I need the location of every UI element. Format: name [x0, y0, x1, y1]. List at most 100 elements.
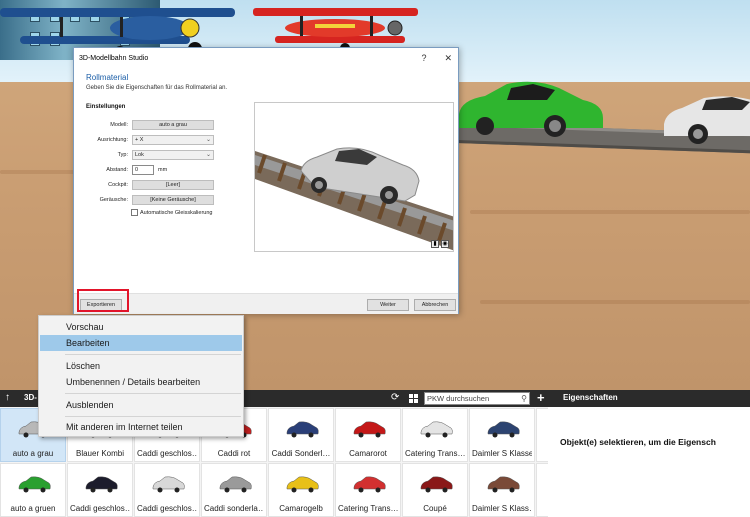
- catalog-tile-label: Blauer Kombi: [75, 449, 125, 458]
- up-arrow-icon[interactable]: ↑: [5, 392, 10, 403]
- menu-separator: [65, 416, 241, 417]
- menu-item-ausblenden[interactable]: Ausblenden: [40, 397, 242, 413]
- menu-item-vorschau[interactable]: Vorschau: [40, 319, 242, 335]
- catalog-tile[interactable]: auto a gruen: [0, 463, 66, 517]
- typ-select[interactable]: Lok ⌄: [132, 150, 214, 160]
- abstand-input[interactable]: 0: [132, 165, 154, 175]
- catalog-tile-label: Ferl: [539, 504, 548, 513]
- menu-item-umbenennen[interactable]: Umbenennen / Details bearbeiten: [40, 374, 242, 390]
- catalog-tile-label: Coupé: [423, 504, 447, 513]
- catalog-tile[interactable]: Catering Trans…: [402, 408, 468, 462]
- ausrichtung-value: + X: [135, 137, 144, 143]
- car-thumbnail: [487, 476, 520, 493]
- catalog-tile-label: Dai: [539, 449, 548, 458]
- catalog-tile[interactable]: Caddi sonderla…: [201, 463, 267, 517]
- car-thumbnail: [286, 476, 319, 493]
- abstand-label: Abstand:: [106, 167, 128, 173]
- menu-item-bearbeiten[interactable]: Bearbeiten: [40, 335, 242, 351]
- car-thumbnail: [487, 421, 520, 438]
- context-menu: Vorschau Bearbeiten Löschen Umbenennen /…: [38, 315, 244, 437]
- catalog-tile[interactable]: Dai: [536, 408, 548, 462]
- car-thumbnail: [420, 476, 453, 493]
- properties-panel: Objekt(e) selektieren, um die Eigensch: [548, 407, 750, 517]
- car-thumbnail: [85, 476, 118, 493]
- catalog-tile-label: Camarorot: [349, 449, 387, 458]
- catalog-tile[interactable]: Daimler S Klasse: [469, 408, 535, 462]
- catalog-tile[interactable]: Coupé: [402, 463, 468, 517]
- catalog-search-input[interactable]: PKW durchsuchen ⚲: [424, 392, 530, 405]
- add-icon[interactable]: +: [537, 390, 545, 405]
- grid-view-icon[interactable]: [409, 394, 418, 403]
- catalog-tile-label: Catering Trans…: [338, 504, 398, 513]
- auto-scale-label: Automatische Gleisskalierung: [140, 209, 213, 216]
- abstand-unit: mm: [158, 167, 168, 173]
- catalog-tile[interactable]: Ferl: [536, 463, 548, 517]
- modell-label: Modell:: [110, 122, 128, 128]
- car-thumbnail: [353, 421, 386, 438]
- catalog-tile-label: auto a gruen: [10, 504, 56, 513]
- catalog-tile[interactable]: Caddi geschlos…: [134, 463, 200, 517]
- car-thumbnail: [152, 476, 185, 493]
- ausrichtung-label: Ausrichtung:: [97, 137, 128, 143]
- weiter-button[interactable]: Weiter: [367, 299, 409, 311]
- green-car: [459, 81, 603, 137]
- catalog-tile-label: Camarogelb: [279, 504, 323, 513]
- checkbox-box[interactable]: [131, 209, 138, 216]
- catalog-tile-label: Caddi geschlos…: [137, 449, 197, 458]
- catalog-tile-label: Daimler S Klasse: [472, 449, 532, 458]
- typ-value: Lok: [135, 152, 144, 158]
- catalog-tile[interactable]: Daimler S Klass…: [469, 463, 535, 517]
- car-thumbnail: [353, 476, 386, 493]
- car-thumbnail: [286, 421, 319, 438]
- properties-message: Objekt(e) selektieren, um die Eigensch: [560, 437, 716, 447]
- rollmaterial-dialog: 3D-Modellbahn Studio ? ✕ Rollmaterial Ge…: [73, 47, 459, 314]
- catalog-tile[interactable]: Caddi geschlos…: [67, 463, 133, 517]
- catalog-tile-label: Caddi geschlos…: [70, 504, 130, 513]
- camera-icon[interactable]: ◉: [441, 240, 449, 248]
- menu-item-teilen[interactable]: Mit anderen im Internet teilen: [40, 419, 242, 435]
- search-icon[interactable]: ⚲: [521, 393, 527, 404]
- model-preview[interactable]: ▮ ◉: [254, 102, 454, 252]
- dialog-heading: Rollmaterial: [86, 73, 129, 82]
- white-car: [664, 96, 750, 144]
- car-thumbnail: [219, 476, 252, 493]
- dialog-subheading: Geben Sie die Eigenschaften für das Roll…: [86, 85, 228, 91]
- catalog-tile-label: Catering Trans…: [405, 449, 465, 458]
- help-icon[interactable]: ?: [421, 53, 426, 64]
- section-title: Einstellungen: [86, 104, 126, 110]
- cockpit-button[interactable]: [Leer]: [132, 180, 214, 190]
- close-icon[interactable]: ✕: [444, 53, 452, 64]
- catalog-tile-label: auto a grau: [12, 449, 54, 458]
- refresh-icon[interactable]: ⟳: [391, 392, 399, 403]
- ausrichtung-select[interactable]: + X ⌄: [132, 135, 214, 145]
- car-thumbnail: [420, 421, 453, 438]
- preview-render: [255, 147, 453, 251]
- dialog-footer: Exportieren Weiter Abbrechen: [74, 293, 458, 314]
- catalog-tile-label: Caddi Sonderl…: [271, 449, 331, 458]
- car-thumbnail: [18, 476, 51, 493]
- catalog-title: 3D-: [24, 393, 37, 402]
- typ-label: Typ:: [117, 152, 128, 158]
- search-placeholder: PKW durchsuchen: [427, 394, 490, 403]
- cockpit-label: Cockpit:: [108, 182, 128, 188]
- catalog-tile-label: Caddi geschlos…: [137, 504, 197, 513]
- background-toggle-icon[interactable]: ▮: [431, 240, 439, 248]
- properties-title: Eigenschaften: [563, 393, 618, 402]
- catalog-tile[interactable]: Camarorot: [335, 408, 401, 462]
- geraeusche-button[interactable]: [Keine Geräusche]: [132, 195, 214, 205]
- dialog-title: 3D-Modellbahn Studio: [79, 54, 149, 62]
- catalog-tile[interactable]: Camarogelb: [268, 463, 334, 517]
- catalog-tile[interactable]: Catering Trans…: [335, 463, 401, 517]
- chevron-down-icon: ⌄: [205, 152, 211, 158]
- modell-button[interactable]: auto a grau: [132, 120, 214, 130]
- catalog-tile-label: Caddi sonderla…: [204, 504, 264, 513]
- auto-scale-checkbox[interactable]: Automatische Gleisskalierung: [131, 209, 212, 216]
- chevron-down-icon: ⌄: [205, 137, 211, 143]
- abbrechen-button[interactable]: Abbrechen: [414, 299, 456, 311]
- menu-separator: [65, 354, 241, 355]
- catalog-tile[interactable]: Caddi Sonderl…: [268, 408, 334, 462]
- preview-tools: ▮ ◉: [431, 240, 449, 248]
- dialog-titlebar[interactable]: 3D-Modellbahn Studio ? ✕: [74, 48, 458, 68]
- menu-item-loeschen[interactable]: Löschen: [40, 358, 242, 374]
- menu-separator: [65, 393, 241, 394]
